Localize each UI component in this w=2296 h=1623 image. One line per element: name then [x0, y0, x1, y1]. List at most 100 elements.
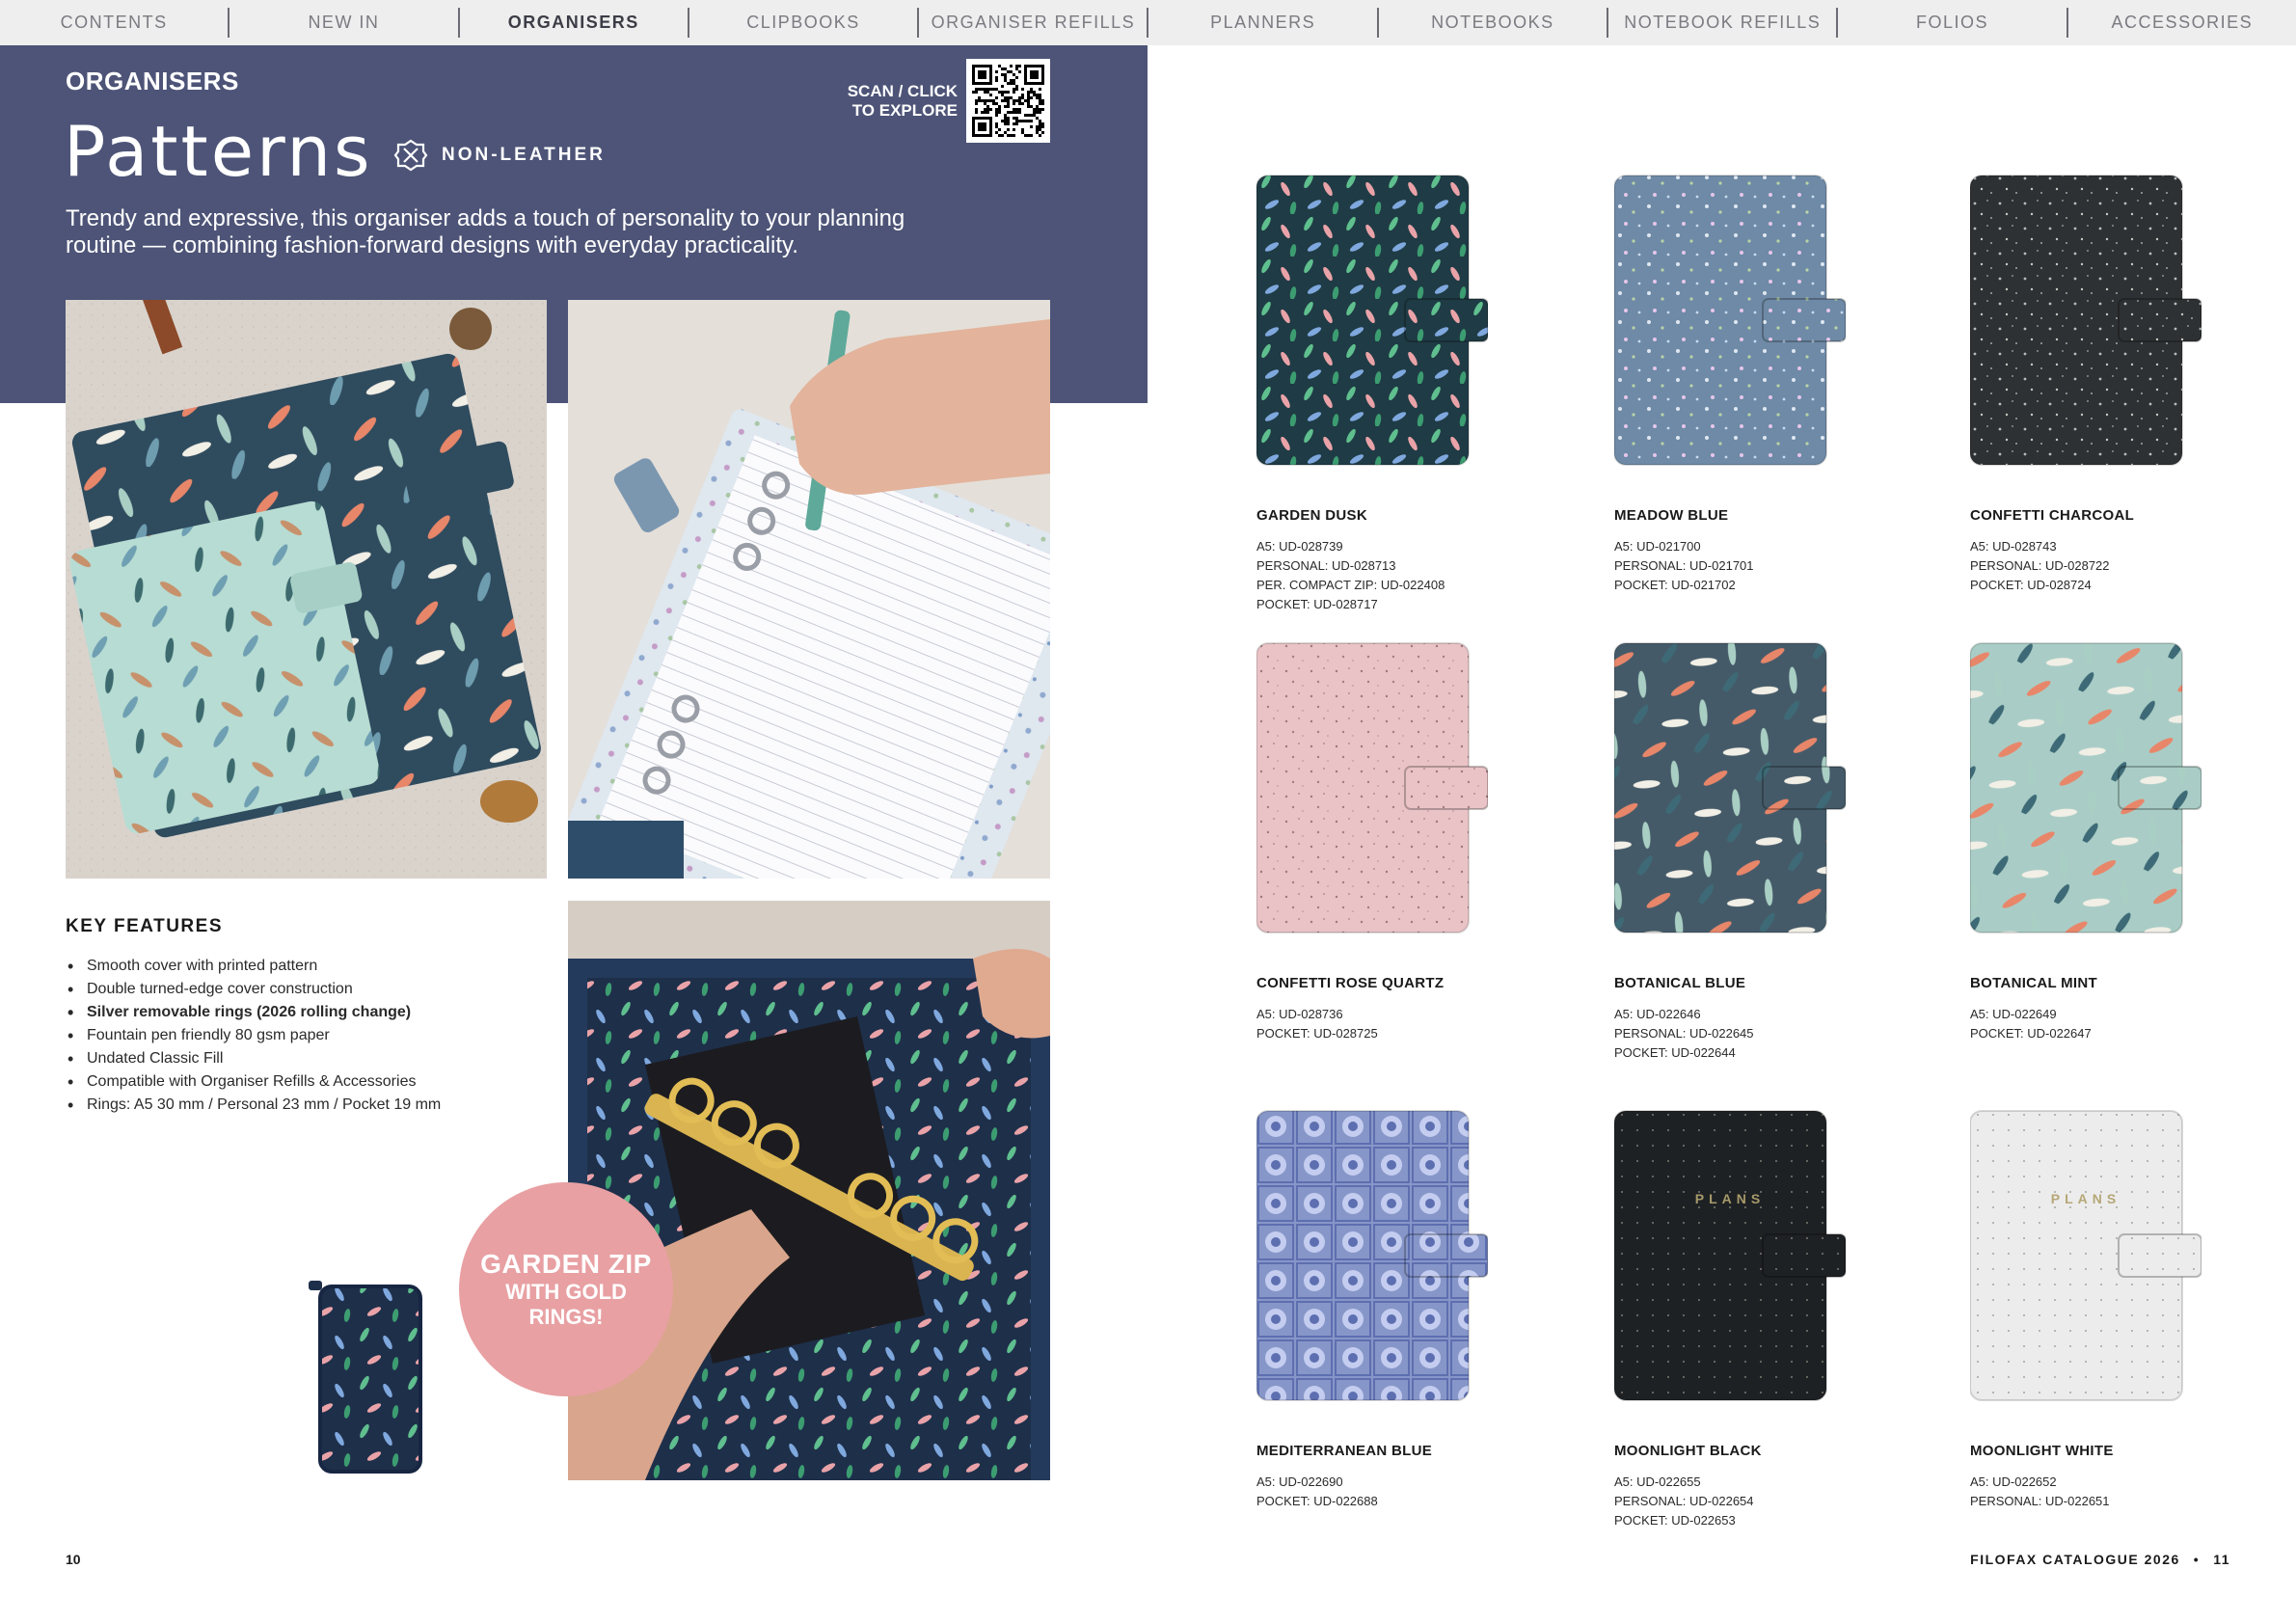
product-codes: A5: UD-022655 PERSONAL: UD-022654 POCKET: … [1614, 1473, 1942, 1530]
feature-item: Compatible with Organiser Refills & Acce… [66, 1070, 548, 1094]
feature-item: Fountain pen friendly 80 gsm paper [66, 1024, 548, 1047]
garden-zip-promo-badge: GARDEN ZIP WITH GOLD RINGS! [459, 1182, 673, 1396]
product-code: A5: UD-021700 [1614, 539, 1701, 554]
page-footer-right: FILOFAX CATALOGUE 2026 • 11 [1970, 1552, 2230, 1567]
nav-item-organisers[interactable]: ORGANISERS [460, 8, 689, 38]
product-name: BOTANICAL BLUE [1614, 975, 1746, 991]
non-leather-icon [393, 139, 428, 172]
organiser-cover-icon [1613, 642, 1847, 933]
svg-text:PLANS: PLANS [2051, 1191, 2120, 1206]
product-code: A5: UD-028743 [1970, 539, 2057, 554]
lifestyle-photo-garden-zip [568, 901, 1050, 1480]
product-codes: A5: UD-022652 PERSONAL: UD-022651 [1970, 1473, 2296, 1511]
qr-code[interactable] [966, 59, 1050, 143]
product-code: POCKET: UD-022647 [1970, 1026, 2092, 1041]
material-label: NON-LEATHER [442, 145, 606, 165]
product-code: PERSONAL: UD-028713 [1256, 558, 1396, 573]
organiser-cover-icon [1613, 175, 1847, 466]
product-card-garden-dusk[interactable]: GARDEN DUSK A5: UD-028739 PERSONAL: UD-028… [1256, 172, 1584, 614]
key-features-list: Smooth cover with printed patternDouble … [66, 955, 548, 1117]
product-code: PER. COMPACT ZIP: UD-022408 [1256, 578, 1445, 592]
description-line-2: routine — combining fashion-forward desi… [66, 232, 798, 258]
product-image [1613, 639, 1847, 948]
qr-code-icon [972, 65, 1044, 137]
product-code: PERSONAL: UD-022654 [1614, 1494, 1754, 1508]
organiser-cover-icon [1256, 175, 1489, 466]
promo-line-1: GARDEN ZIP [480, 1249, 652, 1279]
product-card-confetti-charcoal[interactable]: CONFETTI CHARCOAL A5: UD-028743 PERSONAL: … [1969, 172, 2296, 595]
product-image: PLANS [1613, 1107, 1847, 1416]
product-code: A5: UD-028736 [1256, 1007, 1343, 1021]
product-codes: A5: UD-028739 PERSONAL: UD-028713 PER. COM… [1256, 537, 1584, 614]
promo-line-2: WITH GOLD [505, 1280, 627, 1304]
page-title: Patterns [64, 111, 373, 192]
scan-line-1: SCAN / CLICK [847, 82, 958, 100]
product-code: A5: UD-022652 [1970, 1474, 2057, 1489]
product-name: MOONLIGHT WHITE [1970, 1443, 2114, 1459]
product-codes: A5: UD-022690 POCKET: UD-022688 [1256, 1473, 1584, 1511]
product-code: POCKET: UD-021702 [1614, 578, 1736, 592]
product-card-botanical-mint[interactable]: BOTANICAL MINT A5: UD-022649 POCKET: UD-02… [1969, 639, 2296, 1043]
footer-separator: • [2193, 1552, 2201, 1567]
product-card-moonlight-black[interactable]: PLANS MOONLIGHT BLACK A5: UD-022655 PERSON… [1613, 1107, 1942, 1530]
organiser-cover-icon [1969, 175, 2202, 466]
nav-item-planners[interactable]: PLANNERS [1148, 8, 1379, 38]
top-navigation: CONTENTS NEW IN ORGANISERS CLIPBOOKS ORGANIS… [0, 0, 2296, 45]
product-code: A5: UD-022649 [1970, 1007, 2057, 1021]
garden-zip-product-image [307, 1275, 432, 1479]
product-card-botanical-blue[interactable]: BOTANICAL BLUE A5: UD-022646 PERSONAL: UD-… [1613, 639, 1942, 1063]
nav-item-notebook-refills[interactable]: NOTEBOOK REFILLS [1608, 8, 1839, 38]
product-code: POCKET: UD-028724 [1970, 578, 2092, 592]
nav-item-new-in[interactable]: NEW IN [230, 8, 460, 38]
organiser-cover-icon [1256, 642, 1489, 933]
product-name: CONFETTI CHARCOAL [1970, 507, 2135, 524]
product-image [1256, 172, 1489, 480]
product-codes: A5: UD-022646 PERSONAL: UD-022645 POCKET: … [1614, 1005, 1942, 1063]
organiser-cover-icon [1969, 642, 2202, 933]
feature-item: Double turned-edge cover construction [66, 978, 548, 1001]
product-name: GARDEN DUSK [1256, 507, 1367, 524]
page-description: Trendy and expressive, this organiser ad… [66, 205, 1030, 259]
page-number-right: 11 [2213, 1552, 2230, 1567]
product-image [1969, 172, 2202, 480]
nav-item-organiser-refills[interactable]: ORGANISER REFILLS [919, 8, 1149, 38]
product-card-confetti-rose-quartz[interactable]: CONFETTI ROSE QUARTZ A5: UD-028736 POCKET:… [1256, 639, 1584, 1043]
feature-item: Silver removable rings (2026 rolling cha… [66, 1001, 548, 1024]
material-badge: NON-LEATHER [393, 138, 606, 173]
product-name: MOONLIGHT BLACK [1614, 1443, 1762, 1459]
key-features: KEY FEATURES Smooth cover with printed p… [66, 916, 548, 1117]
product-code: POCKET: UD-028717 [1256, 597, 1378, 611]
product-code: POCKET: UD-028725 [1256, 1026, 1378, 1041]
product-card-moonlight-white[interactable]: PLANS MOONLIGHT WHITE A5: UD-022652 PERSON… [1969, 1107, 2296, 1511]
product-code: PERSONAL: UD-022651 [1970, 1494, 2110, 1508]
product-codes: A5: UD-021700 PERSONAL: UD-021701 POCKET: … [1614, 537, 1942, 595]
nav-item-folios[interactable]: FOLIOS [1838, 8, 2068, 38]
nav-item-contents[interactable]: CONTENTS [0, 8, 230, 38]
feature-item: Undated Classic Fill [66, 1047, 548, 1070]
description-line-1: Trendy and expressive, this organiser ad… [66, 205, 905, 231]
scan-line-2: TO EXPLORE [851, 101, 958, 120]
nav-item-clipbooks[interactable]: CLIPBOOKS [689, 8, 920, 38]
product-card-meadow-blue[interactable]: MEADOW BLUE A5: UD-021700 PERSONAL: UD-021… [1613, 172, 1942, 595]
nav-item-notebooks[interactable]: NOTEBOOKS [1379, 8, 1609, 38]
catalogue-label: FILOFAX CATALOGUE 2026 [1970, 1552, 2180, 1567]
product-image [1256, 639, 1489, 948]
product-card-mediterranean-blue[interactable]: MEDITERRANEAN BLUE A5: UD-022690 POCKET: U… [1256, 1107, 1584, 1511]
scan-prompt: SCAN / CLICK TO EXPLORE [837, 82, 958, 121]
product-codes: A5: UD-028736 POCKET: UD-028725 [1256, 1005, 1584, 1043]
product-code: A5: UD-028739 [1256, 539, 1343, 554]
organiser-cover-icon: PLANS [1969, 1110, 2202, 1401]
product-name: MEADOW BLUE [1614, 507, 1729, 524]
product-image [1256, 1107, 1489, 1416]
organiser-cover-icon: PLANS [1613, 1110, 1847, 1401]
feature-item: Rings: A5 30 mm / Personal 23 mm / Pocke… [66, 1094, 548, 1117]
page-number-left: 10 [66, 1552, 81, 1567]
product-image: PLANS [1969, 1107, 2202, 1416]
organiser-cover-icon [1256, 1110, 1489, 1401]
product-name: MEDITERRANEAN BLUE [1256, 1443, 1433, 1459]
svg-text:PLANS: PLANS [1695, 1191, 1765, 1206]
promo-line-3: RINGS! [528, 1305, 604, 1329]
product-code: POCKET: UD-022653 [1614, 1513, 1736, 1528]
product-code: PERSONAL: UD-028722 [1970, 558, 2110, 573]
nav-item-accessories[interactable]: ACCESSORIES [2068, 8, 2296, 38]
